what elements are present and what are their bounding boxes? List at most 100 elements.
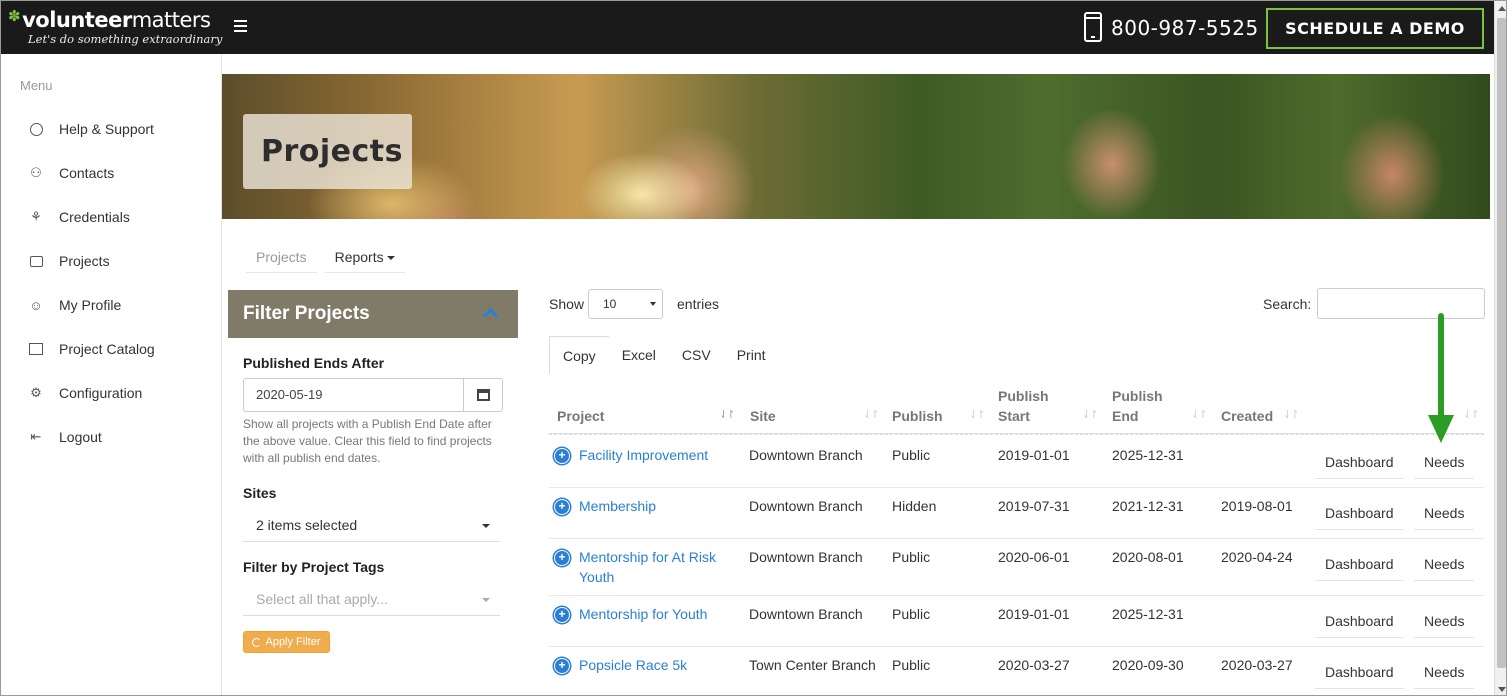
phone-number[interactable]: 800-987-5525: [1111, 16, 1259, 40]
vertical-scrollbar[interactable]: [1494, 1, 1506, 695]
sort-icon[interactable]: ⇃↾: [719, 408, 736, 421]
project-link[interactable]: Mentorship for At Risk Youth: [579, 547, 716, 587]
book-icon: [28, 341, 44, 357]
dashboard-button[interactable]: Dashboard: [1315, 496, 1404, 530]
logout-icon: ⇤: [30, 429, 42, 444]
sidebar-item-logout[interactable]: ⇤ Logout: [1, 415, 221, 459]
sidebar-item-configuration[interactable]: ⚙ Configuration: [1, 371, 221, 415]
expand-row-icon[interactable]: +: [554, 550, 570, 566]
expand-row-icon[interactable]: +: [554, 448, 570, 464]
dashboard-button[interactable]: Dashboard: [1315, 655, 1404, 689]
entries-length-select[interactable]: 10: [588, 289, 663, 319]
created-cell: 2020-04-24: [1221, 549, 1293, 565]
expand-row-icon[interactable]: +: [554, 499, 570, 515]
project-tags-label: Filter by Project Tags: [243, 559, 385, 575]
scrollbar-thumb[interactable]: [1497, 18, 1506, 668]
table-header-divider: [549, 433, 1484, 435]
site-cell: Downtown Branch: [749, 606, 863, 622]
apply-filter-button[interactable]: Apply Filter: [243, 631, 330, 653]
expand-row-icon[interactable]: +: [554, 658, 570, 674]
filter-panel-title: Filter Projects: [243, 303, 370, 324]
project-link[interactable]: Mentorship for Youth: [579, 604, 707, 624]
col-header-site[interactable]: Site: [750, 406, 776, 426]
col-header-publish-start[interactable]: Publish Start: [998, 386, 1049, 426]
sort-icon[interactable]: ⇃↾: [1082, 408, 1099, 421]
scroll-up-arrow-icon[interactable]: [1498, 6, 1506, 11]
project-link[interactable]: Popsicle Race 5k: [579, 655, 687, 675]
sidebar-item-contacts[interactable]: ⚇ Contacts: [1, 151, 221, 195]
chevron-up-icon[interactable]: [482, 307, 499, 324]
calendar-icon: [476, 389, 490, 401]
calendar-button[interactable]: [463, 378, 503, 412]
sidebar-item-help-support[interactable]: Help & Support: [1, 107, 221, 151]
caret-down-icon: [482, 598, 490, 602]
tab-reports[interactable]: Reports: [324, 241, 405, 273]
csv-button[interactable]: CSV: [669, 336, 724, 374]
created-cell: 2019-08-01: [1221, 498, 1293, 514]
dashboard-button[interactable]: Dashboard: [1315, 445, 1404, 479]
search-label: Search:: [1263, 296, 1312, 312]
hero-banner-image: [222, 74, 1490, 219]
contacts-icon: ⚇: [30, 165, 42, 180]
sites-select[interactable]: 2 items selected: [243, 510, 500, 542]
dashboard-button[interactable]: Dashboard: [1315, 547, 1404, 581]
project-link[interactable]: Membership: [579, 496, 656, 516]
needs-button[interactable]: Needs: [1414, 655, 1475, 689]
publish-end-cell: 2025-12-31: [1112, 447, 1184, 463]
publish-cell: Public: [892, 657, 931, 673]
published-ends-help: Show all projects with a Publish End Dat…: [243, 417, 492, 465]
expand-row-icon[interactable]: +: [554, 607, 570, 623]
award-icon: ⚘: [30, 209, 42, 224]
tab-projects[interactable]: Projects: [246, 241, 317, 273]
sidebar-item-projects[interactable]: Projects: [1, 239, 221, 283]
row-divider: [549, 487, 1484, 488]
sort-icon[interactable]: ⇃↾: [969, 408, 986, 421]
sidebar-item-credentials[interactable]: ⚘ Credentials: [1, 195, 221, 239]
entries-label: entries: [677, 296, 720, 312]
site-cell: Downtown Branch: [749, 447, 863, 463]
scroll-down-arrow-icon[interactable]: [1498, 687, 1506, 692]
smiley-icon: ☺: [29, 297, 43, 313]
sort-icon[interactable]: ⇃↾: [1283, 408, 1300, 421]
col-header-created[interactable]: Created: [1221, 406, 1273, 426]
needs-button[interactable]: Needs: [1414, 547, 1475, 581]
hamburger-menu-icon[interactable]: [234, 17, 254, 37]
sidebar-item-label: Contacts: [59, 165, 115, 181]
sort-icon[interactable]: ⇃↾: [1463, 408, 1480, 421]
needs-button[interactable]: Needs: [1414, 496, 1475, 530]
sidebar: Menu Help & Support ⚇ Contacts ⚘ Credent…: [1, 54, 222, 695]
logo-thin-text: matters: [131, 8, 211, 32]
col-header-publish-end[interactable]: Publish End: [1112, 386, 1163, 426]
project-tags-select[interactable]: Select all that apply...: [243, 584, 500, 616]
search-input[interactable]: [1317, 288, 1485, 319]
schedule-demo-button[interactable]: SCHEDULE A DEMO: [1266, 8, 1484, 49]
published-ends-input[interactable]: 2020-05-19: [243, 378, 464, 412]
refresh-icon: [252, 637, 262, 647]
project-link[interactable]: Facility Improvement: [579, 445, 708, 465]
sidebar-item-project-catalog[interactable]: Project Catalog: [1, 327, 221, 371]
row-divider: [549, 646, 1484, 647]
needs-button[interactable]: Needs: [1414, 604, 1475, 638]
filter-panel-header[interactable]: Filter Projects: [228, 290, 518, 338]
sort-icon[interactable]: ⇃↾: [1191, 408, 1208, 421]
sort-icon[interactable]: ⇃↾: [863, 408, 880, 421]
published-ends-label: Published Ends After: [243, 355, 385, 371]
caret-down-icon: [482, 524, 490, 528]
project-link-line2: Youth: [579, 569, 615, 585]
excel-button[interactable]: Excel: [609, 336, 669, 374]
logo[interactable]: ✽ volunteer matters Let's do something ex…: [8, 7, 222, 46]
needs-button[interactable]: Needs: [1414, 445, 1475, 479]
publish-cell: Hidden: [892, 498, 937, 514]
col-header-project[interactable]: Project: [557, 406, 604, 426]
entries-length-value: 10: [603, 297, 617, 311]
col-header-publish[interactable]: Publish: [892, 406, 943, 426]
publish-end-cell: 2025-12-31: [1112, 606, 1184, 622]
dashboard-button[interactable]: Dashboard: [1315, 604, 1404, 638]
annotation-arrow-head: [1428, 415, 1454, 443]
hero-title-box: Projects: [243, 114, 412, 189]
publish-cell: Public: [892, 606, 931, 622]
copy-button[interactable]: Copy: [549, 336, 609, 374]
briefcase-icon: [28, 253, 44, 269]
sidebar-item-my-profile[interactable]: ☺ My Profile: [1, 283, 221, 327]
print-button[interactable]: Print: [724, 336, 779, 374]
